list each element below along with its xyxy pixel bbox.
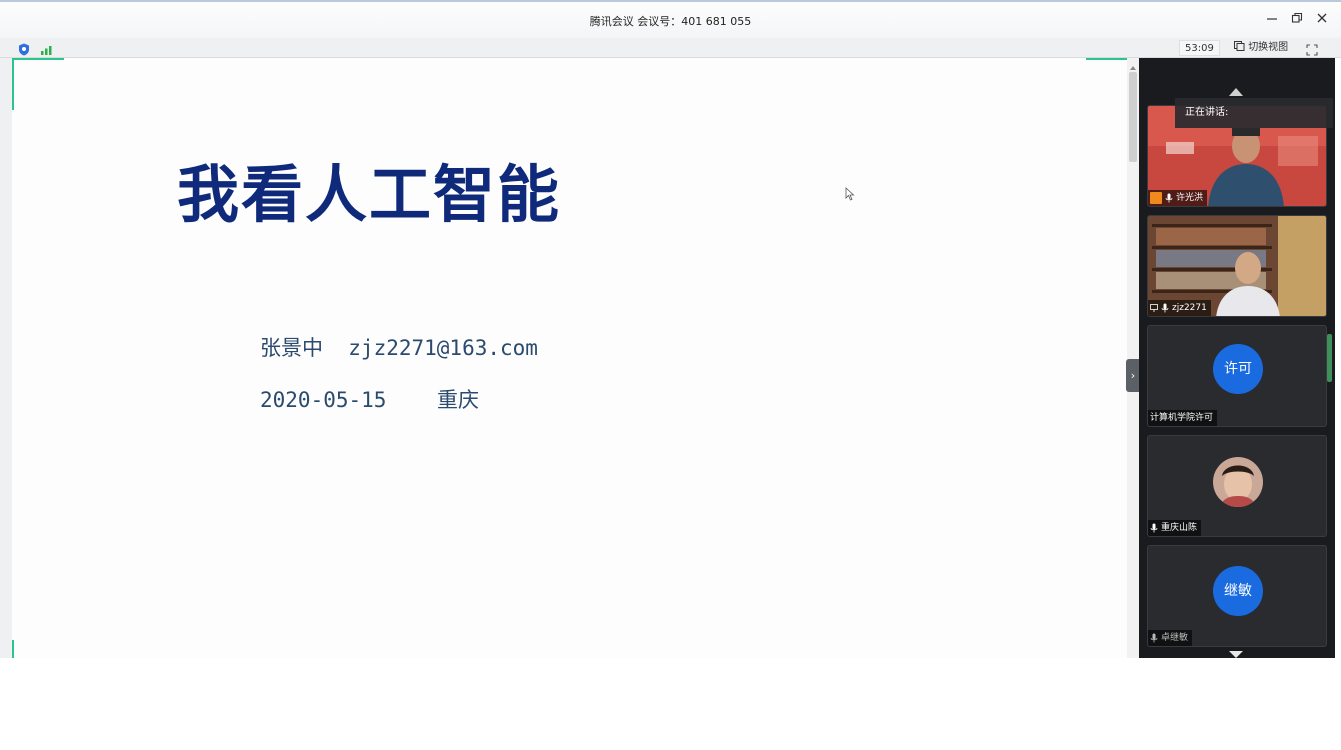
participant-name-tag: zjz2271 (1148, 300, 1211, 316)
close-icon[interactable] (1314, 12, 1330, 28)
participant-name: zjz2271 (1172, 303, 1207, 313)
slide-date-line: 2020-05-15 重庆 (260, 388, 480, 412)
scroll-up-arrow-icon[interactable] (1229, 88, 1243, 96)
title-bar: 腾讯会议 会议号：401 681 055 (0, 0, 1341, 38)
share-frame-corner (12, 58, 64, 60)
left-margin (0, 58, 12, 658)
participant-name: 卓继敏 (1161, 633, 1189, 643)
participant-tile[interactable]: 继敏 卓继敏 (1147, 545, 1327, 647)
mic-icon (1150, 523, 1158, 533)
speaking-indicator: 正在讲话: (1175, 98, 1333, 128)
slide-author-line: 张景中 zjz2271@163.com (260, 336, 538, 360)
participant-name-tag: 卓继敏 (1148, 630, 1193, 646)
share-frame-corner (12, 58, 14, 110)
collapse-panel-button[interactable]: › (1126, 359, 1140, 392)
restore-icon[interactable] (1289, 12, 1305, 28)
switch-view-label: 切换视图 (1248, 42, 1289, 53)
scroll-down-arrow-icon[interactable] (1229, 651, 1243, 658)
avatar: 许可 (1213, 344, 1263, 394)
participant-name-tag: 计算机学院许可 (1148, 410, 1218, 426)
panel-scrollbar[interactable] (1327, 334, 1332, 382)
participant-name: 许光洪 (1176, 193, 1204, 203)
mouse-cursor-icon (845, 186, 855, 205)
scrollbar-thumb[interactable] (1129, 72, 1137, 162)
meeting-timer: 53:09 (1179, 40, 1220, 56)
chevron-right-icon: › (1130, 369, 1136, 382)
shield-icon[interactable] (18, 41, 32, 56)
participant-name-tag: 许光洪 (1148, 190, 1208, 206)
slide-scrollbar[interactable] (1127, 58, 1139, 658)
avatar: 继敏 (1213, 566, 1263, 616)
window-title: 腾讯会议 会议号：401 681 055 (589, 15, 752, 28)
meeting-toolbar: 53:09 切换视图 (0, 38, 1341, 58)
minimize-icon[interactable] (1264, 12, 1280, 28)
participant-name-tag: 重庆山陈 (1148, 520, 1202, 536)
participant-tile[interactable]: 许可 计算机学院许可 (1147, 325, 1327, 427)
slide-title: 我看人工智能 (177, 158, 562, 231)
participant-panel: 许光洪 正在讲话: zjz2271 许可 计算机学院许可 重庆山陈 继敏 卓继敏 (1139, 58, 1335, 658)
mic-icon (1161, 303, 1169, 313)
participant-name: 计算机学院许可 (1150, 413, 1214, 423)
host-icon (1150, 192, 1162, 204)
share-frame-corner (12, 640, 14, 658)
screen-share-icon (1150, 304, 1158, 312)
participant-tile[interactable]: 重庆山陈 (1147, 435, 1327, 537)
speaking-label: 正在讲话: (1185, 107, 1229, 118)
switch-view-button[interactable]: 切换视图 (1234, 40, 1288, 56)
participant-tile[interactable]: zjz2271 (1147, 215, 1327, 317)
fullscreen-icon[interactable] (1306, 41, 1320, 56)
mic-icon (1165, 193, 1173, 203)
avatar (1213, 457, 1263, 507)
mic-icon (1150, 633, 1158, 643)
signal-icon[interactable] (40, 41, 54, 55)
shared-screen: 我看人工智能 张景中 zjz2271@163.com 2020-05-15 重庆 (12, 58, 1139, 658)
switch-view-icon (1234, 41, 1245, 51)
participant-name: 重庆山陈 (1161, 523, 1198, 533)
